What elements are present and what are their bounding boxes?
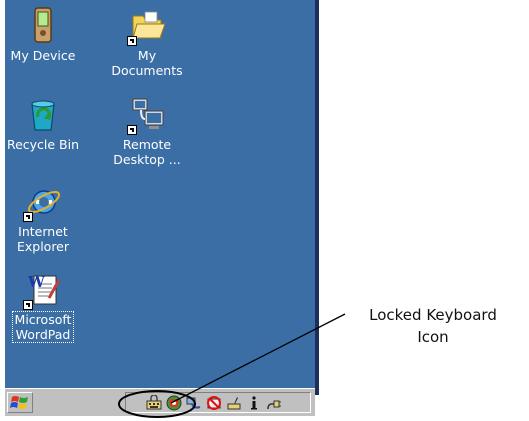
callout-ellipse xyxy=(118,390,196,418)
callout-line xyxy=(170,313,346,404)
callout-pointer xyxy=(118,313,346,418)
callout-label: Locked Keyboard Icon xyxy=(369,306,497,346)
